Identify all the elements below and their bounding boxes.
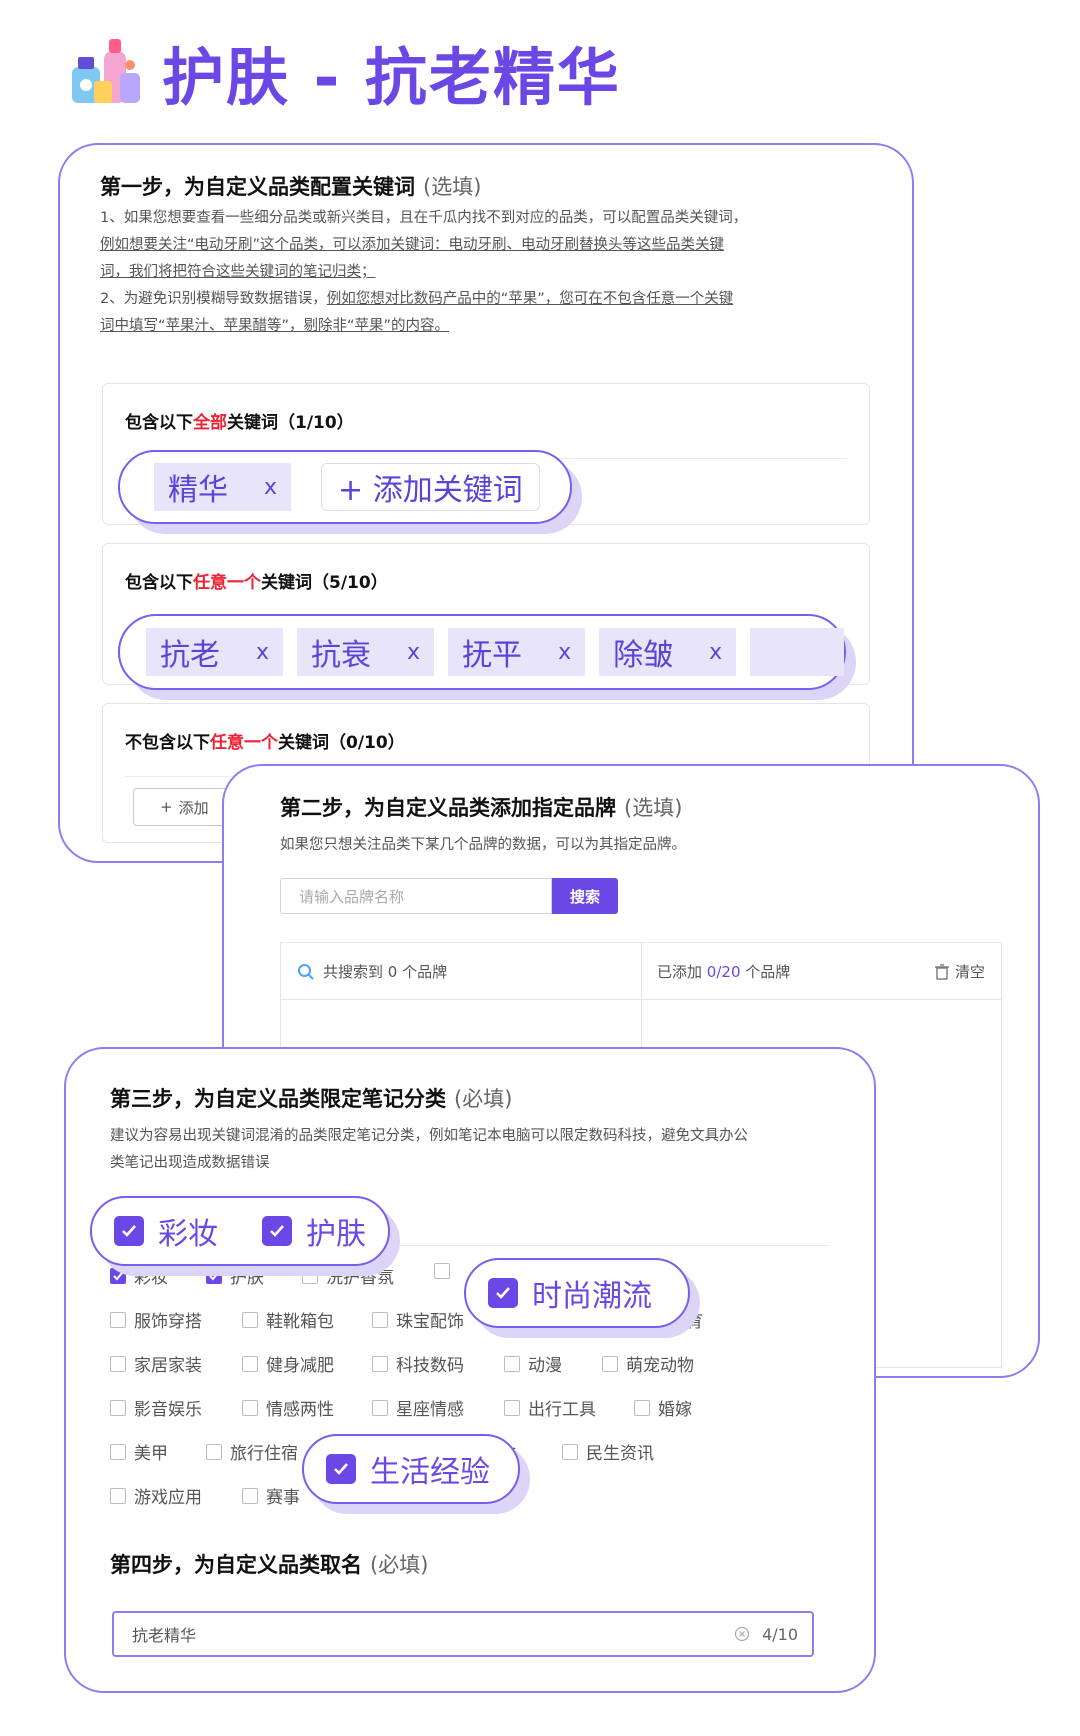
category-checkbox-news[interactable]: 民生资讯 [562,1439,654,1464]
category-checkbox-skincare[interactable]: 护肤 [206,1263,264,1288]
step3-description: 建议为容易出现关键词混淆的品类限定笔记分类，例如笔记本电脑可以限定数码科技，避免… [110,1128,748,1171]
highlight-label: 生活经验 [370,1455,490,1490]
highlight-label: 时尚潮流 [532,1279,652,1314]
checkbox[interactable] [504,1399,520,1416]
checkbox[interactable] [242,1355,258,1372]
category-checkbox-fitness[interactable]: 健身减肥 [242,1351,334,1376]
checkbox[interactable] [110,1487,126,1504]
keyword-input-chip[interactable] [750,628,844,676]
page-title: 护肤 - 抗老精华 [162,41,621,114]
category-checkbox-anime[interactable]: 动漫 [504,1351,562,1376]
keyword-chip: 精华 x [154,463,292,511]
step3-title: 第三步，为自定义品类限定笔记分类 (必填) [110,1087,513,1111]
checkbox[interactable] [602,1355,618,1372]
checkbox[interactable] [434,1263,450,1279]
step4-title: 第四步，为自定义品类取名 (必填) [110,1553,429,1577]
category-name-input[interactable]: 抗老精华 4/10 [112,1611,814,1657]
category-checkbox-travel[interactable]: 旅行住宿 [206,1439,298,1464]
step1-title: 第一步，为自定义品类配置关键词 (选填) [100,175,482,199]
category-checkbox-transport[interactable]: 出行工具 [504,1395,596,1420]
check-icon [114,1216,144,1246]
category-checkbox-games[interactable]: 游戏应用 [110,1483,202,1508]
category-checkbox-astrology[interactable]: 星座情感 [372,1395,464,1420]
category-checkbox-shoes-bags[interactable]: 鞋靴箱包 [242,1307,334,1332]
category-checkbox-nails[interactable]: 美甲 [110,1439,168,1464]
category-checkbox-jewelry[interactable]: 珠宝配饰 [372,1307,464,1332]
category-checkbox-haircare[interactable]: 洗护香氛 [302,1263,394,1288]
check-icon [488,1278,518,1308]
checkbox[interactable] [634,1399,650,1416]
checkbox[interactable] [110,1399,126,1416]
step2-title: 第二步，为自定义品类添加指定品牌 (选填) [280,796,683,820]
category-checkbox-makeup[interactable]: 彩妆 [110,1263,168,1288]
keyword-chip: 抗老 x [146,628,284,676]
checkbox[interactable] [562,1443,578,1460]
checkbox[interactable] [242,1487,258,1504]
exclude-any-title: 不包含以下任意一个关键词（0/10） [125,733,405,753]
keyword-chip: 除皱 x [599,628,737,676]
step3-card: 第三步，为自定义品类限定笔记分类 (必填) 建议为容易出现关键词混淆的品类限定笔记… [64,1047,876,1693]
remove-keyword-icon[interactable]: x [256,640,269,665]
category-checkbox[interactable] [434,1263,450,1279]
checkbox[interactable] [504,1355,520,1372]
step1-description: 1、如果您想要查看一些细分品类或新兴类目，且在千瓜内找不到对应的品类，可以配置品… [100,210,748,334]
checkbox[interactable] [372,1355,388,1372]
search-button[interactable]: 搜索 [552,878,618,914]
fashion-highlight: 时尚潮流 [464,1258,690,1328]
makeup-skincare-highlight: 彩妆 护肤 [90,1196,390,1266]
highlight-label: 彩妆 [158,1217,218,1252]
check-icon [113,1271,123,1280]
category-checkbox-tech[interactable]: 科技数码 [372,1351,464,1376]
char-counter: 4/10 [734,1625,798,1644]
remove-keyword-icon[interactable]: x [709,640,722,665]
check-icon [326,1454,356,1484]
category-checkbox-relationships[interactable]: 情感两性 [242,1395,334,1420]
life-experience-highlight: 生活经验 [302,1434,520,1504]
search-icon [298,963,314,980]
check-icon [262,1216,292,1246]
category-checkbox-pets[interactable]: 萌宠动物 [602,1351,694,1376]
remove-keyword-icon[interactable]: x [264,475,277,500]
remove-keyword-icon[interactable]: x [558,640,571,665]
brand-search-input[interactable]: 请输入品牌名称 [280,878,552,914]
checkbox[interactable] [302,1267,318,1284]
keyword-chip: 抚平 x [448,628,586,676]
keyword-chip: 抗衰 x [297,628,435,676]
clear-button[interactable]: 清空 [934,961,985,982]
checkbox[interactable] [110,1267,126,1284]
added-brands-summary: 已添加 0/20 个品牌 [657,963,791,981]
highlight-label: 护肤 [306,1217,366,1252]
checkbox[interactable] [206,1443,222,1460]
category-checkbox-partial[interactable]: 育 [686,1307,703,1332]
checkbox[interactable] [110,1355,126,1372]
page-header: 护肤 - 抗老精华 [64,22,621,122]
checkbox[interactable] [242,1311,258,1328]
category-checkbox-entertainment[interactable]: 影音娱乐 [110,1395,202,1420]
step2-description: 如果您只想关注品类下某几个品牌的数据，可以为其指定品牌。 [280,837,686,853]
checkbox[interactable] [372,1399,388,1416]
divider [281,999,1001,1000]
checkbox[interactable] [110,1443,126,1460]
check-icon [209,1271,219,1280]
search-result-summary: 共搜索到 0 个品牌 [297,961,447,982]
category-checkbox-apparel[interactable]: 服饰穿搭 [110,1307,202,1332]
include-any-keywords-highlight: 抗老 x 抗衰 x 抚平 x 除皱 x [118,614,846,690]
checkbox[interactable] [242,1399,258,1416]
include-all-keywords-highlight: 精华 x + 添加关键词 [118,450,572,524]
plus-icon: + [160,798,173,816]
cosmetics-icon [64,31,146,113]
trash-icon [934,963,949,980]
add-keyword-button[interactable]: + 添加关键词 [321,463,540,511]
category-checkbox-wedding[interactable]: 婚嫁 [634,1395,692,1420]
include-any-title: 包含以下任意一个关键词（5/10） [125,573,388,593]
category-checkbox-home[interactable]: 家居家装 [110,1351,202,1376]
checkbox[interactable] [206,1267,222,1284]
remove-keyword-icon[interactable]: x [407,640,420,665]
checkbox[interactable] [110,1311,126,1328]
include-all-title: 包含以下全部关键词（1/10） [125,413,354,433]
checkbox[interactable] [372,1311,388,1328]
category-checkbox-sports[interactable]: 赛事 [242,1483,300,1508]
clear-icon[interactable] [734,1626,750,1642]
